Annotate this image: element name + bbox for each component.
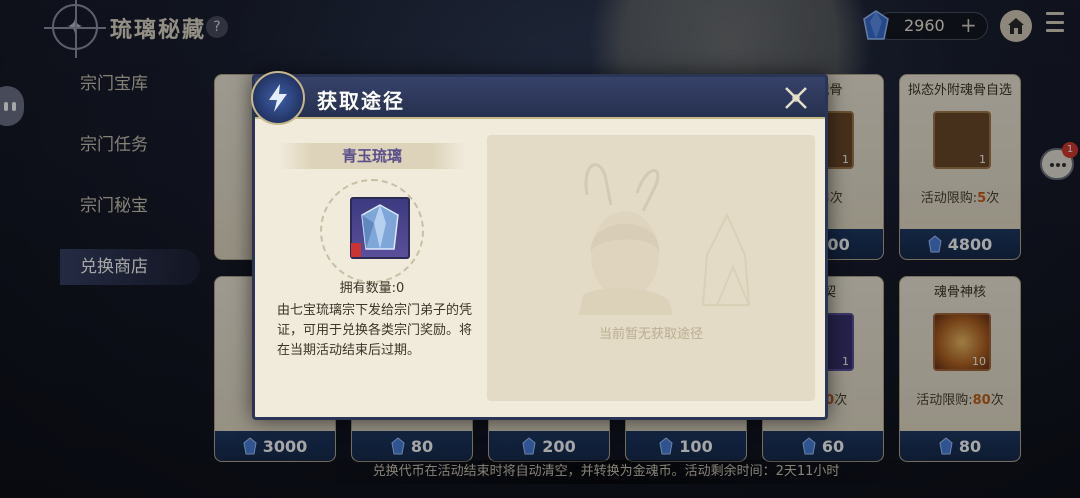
- close-icon[interactable]: [783, 85, 809, 111]
- acquisition-list-panel: 当前暂无获取途径: [487, 135, 815, 401]
- item-info-panel: 青玉琉璃 拥有数量:0 由七宝琉璃宗下发给宗门弟子的凭证，可用于兑换各类宗门奖励…: [265, 133, 479, 403]
- acquisition-dialog: 获取途径 青玉琉璃 拥有数量:0 由七宝琉璃宗下发给宗门弟子的凭证，可用于兑换各…: [251, 71, 828, 420]
- item-description: 由七宝琉璃宗下发给宗门弟子的凭证，可用于兑换各类宗门奖励。将在当期活动结束后过期…: [277, 303, 473, 358]
- empty-state-text: 当前暂无获取途径: [598, 327, 703, 342]
- lightning-emblem-icon: [251, 71, 305, 125]
- dialog-title: 获取途径: [317, 89, 405, 113]
- dialog-header: 获取途径: [255, 77, 825, 119]
- item-name: 青玉琉璃: [279, 143, 465, 169]
- bunny-girl-illustration: [579, 163, 751, 315]
- owned-quantity: 拥有数量:0: [339, 281, 405, 296]
- item-tag-icon: [351, 243, 361, 257]
